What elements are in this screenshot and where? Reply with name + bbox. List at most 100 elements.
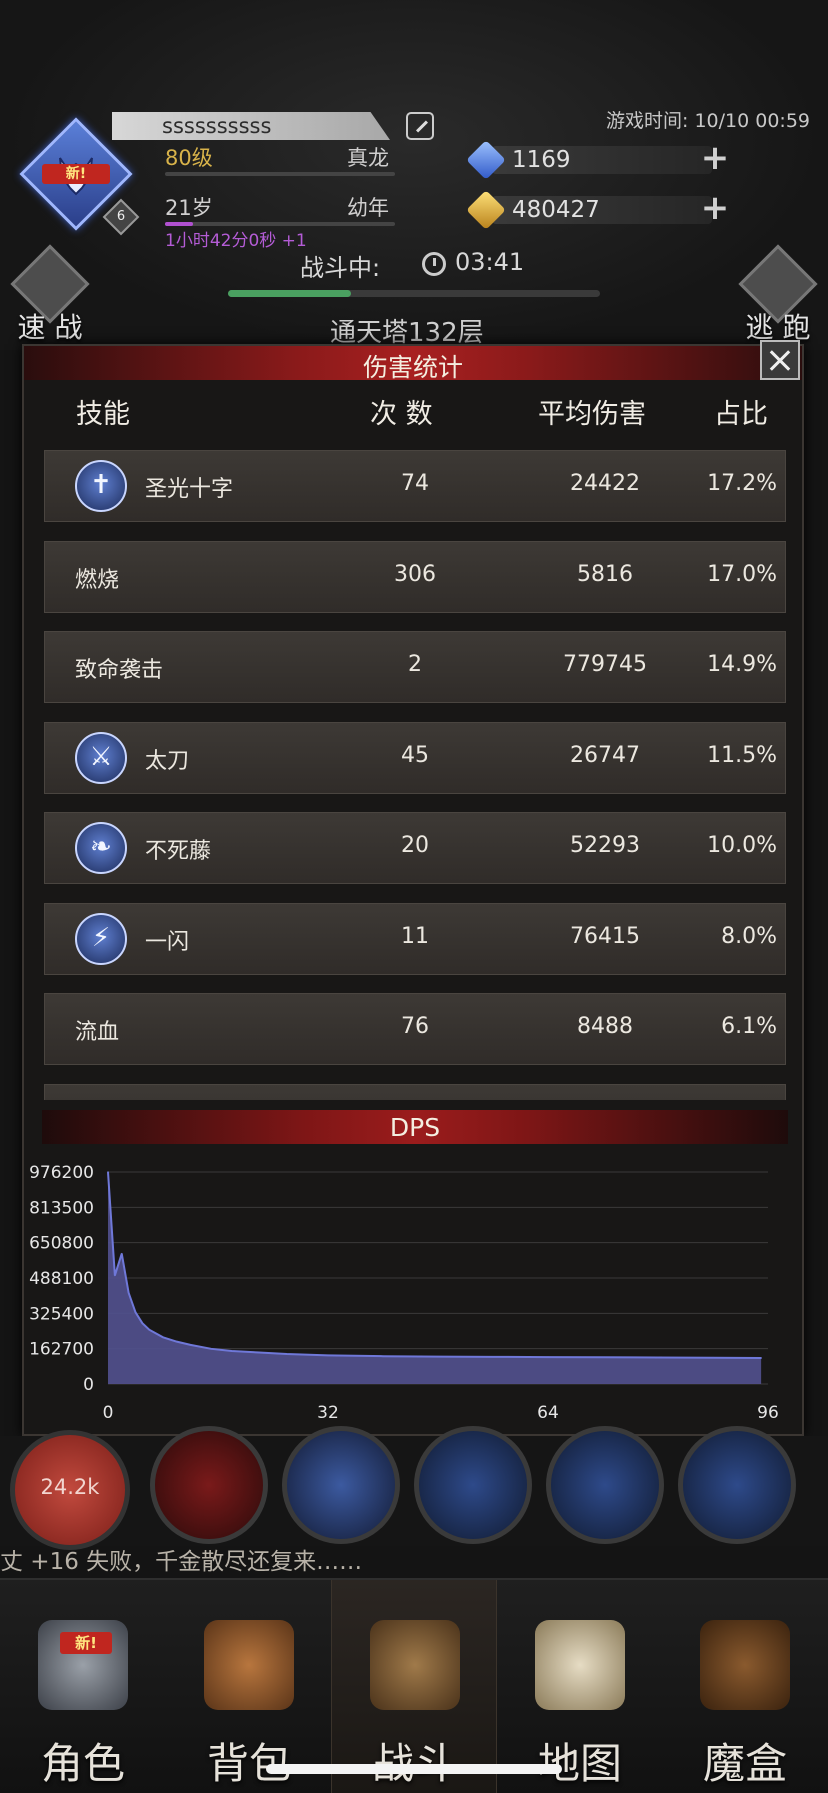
skill-row-partial [44, 1083, 786, 1100]
skill-slot-5[interactable] [678, 1426, 796, 1544]
dps-point [712, 1356, 714, 1359]
age-row: 21岁 幼年 [165, 192, 395, 226]
skill-avg-damage: 76415 [570, 923, 640, 949]
gem-counter: 1169 + [466, 140, 730, 180]
dps-point [602, 1356, 604, 1359]
dps-point [657, 1356, 659, 1359]
skill-count: 74 [401, 471, 429, 496]
backpack-icon [204, 1620, 294, 1710]
skill-name: 一闪 [145, 929, 190, 955]
y-tick-label: 650800 [29, 1234, 94, 1254]
hp-value: 24.2k [40, 1475, 100, 1499]
skill-row[interactable]: 致命袭击 2 779745 14.9% [44, 631, 786, 703]
skill-name: 燃烧 [75, 567, 120, 593]
edit-name-icon[interactable] [406, 112, 434, 140]
skill-bar: 24.2k [0, 1426, 828, 1550]
skill-row[interactable]: 流血 76 8488 6.1% [44, 993, 786, 1065]
dps-point [120, 1252, 123, 1255]
skill-name: 致命袭击 [75, 658, 164, 683]
skill-slot-4[interactable] [546, 1426, 664, 1544]
skill-count: 11 [401, 923, 429, 949]
hp-orb: 24.2k [10, 1430, 130, 1550]
y-tick-label: 488100 [29, 1269, 94, 1289]
skill-name: 流血 [75, 1020, 120, 1045]
x-tick-label: 32 [317, 1403, 339, 1423]
dps-title: DPS [389, 1113, 441, 1142]
skill-row[interactable]: ✝ 圣光十字 74 24422 17.2% [44, 450, 786, 522]
skill-avg-damage: 24422 [570, 471, 640, 496]
escape-button[interactable]: 逃 跑 [728, 244, 828, 344]
battle-status: 战斗中: [300, 254, 381, 282]
nav-backpack[interactable]: 背包 [166, 1580, 332, 1793]
skill-avg-damage: 26747 [570, 742, 640, 768]
new-badge: 新! [60, 1632, 112, 1654]
gold-amount: 480427 [512, 197, 600, 223]
dps-point [492, 1356, 494, 1358]
skill-slot-1[interactable] [150, 1426, 268, 1544]
magic-box-icon [700, 1620, 790, 1710]
player-level: 80级 [165, 146, 213, 170]
nav-map[interactable]: 地图 [497, 1580, 663, 1793]
quick-battle-button[interactable]: 速 战 [0, 244, 100, 344]
y-tick-label: 0 [83, 1375, 94, 1395]
dps-point [162, 1336, 164, 1339]
nav-character[interactable]: 新! 角色 [0, 1580, 166, 1793]
player-age: 21岁 [165, 196, 213, 220]
skill-count: 306 [394, 561, 436, 587]
x-tick-label: 96 [757, 1403, 779, 1423]
skill-name: 圣光十字 [145, 477, 234, 502]
skill-count: 76 [401, 1014, 429, 1039]
nav-battle[interactable]: 战斗 [331, 1580, 497, 1793]
home-indicator[interactable] [266, 1764, 562, 1774]
skill-row[interactable]: ⚡ 一闪 11 76415 8.0% [44, 902, 786, 975]
skill-row[interactable]: ⚔ 太刀 45 26747 11.5% [44, 721, 786, 794]
dps-point [127, 1291, 130, 1294]
column-percent: 占比 [714, 399, 768, 430]
avatar-level-badge: 6 [102, 198, 140, 236]
gem-amount: 1169 [512, 147, 571, 173]
add-gold-button[interactable]: + [700, 191, 730, 225]
dps-point [258, 1351, 261, 1354]
skill-slot-3[interactable] [414, 1426, 532, 1544]
skill-count: 20 [401, 833, 429, 858]
shield-sword-icon [370, 1620, 460, 1710]
skill-name: 太刀 [145, 748, 190, 774]
battle-progress-bar [228, 290, 600, 297]
skill-avg-damage: 52293 [570, 833, 640, 858]
column-avg-damage: 平均伤害 [538, 399, 646, 430]
x-tick-label: 0 [103, 1403, 114, 1423]
dps-header: DPS [42, 1110, 788, 1144]
panel-header: 伤害统计 [24, 346, 802, 382]
skill-row[interactable]: ❧ 不死藤 20 52293 10.0% [44, 812, 786, 884]
player-name: ssssssssss [162, 114, 272, 138]
dps-point [437, 1355, 439, 1358]
katana-icon: ⚔ [75, 731, 127, 784]
skill-list[interactable]: ✝ 圣光十字 74 24422 17.2% 燃烧 306 5816 17.0% 致命袭击 2 7797… [44, 450, 786, 1100]
skill-percent: 10.0% [707, 833, 777, 858]
dps-point [285, 1353, 288, 1355]
dps-chart: 976200 813500 650800 488100 325400 162700 00 32… [29, 1163, 779, 1423]
skill-row[interactable]: 燃烧 306 5816 17.0% [44, 540, 786, 613]
nav-magic-box[interactable]: 魔盒 [662, 1580, 828, 1793]
player-age-stage: 幼年 [347, 196, 389, 220]
dps-point [210, 1348, 212, 1350]
y-tick-label: 976200 [29, 1163, 94, 1183]
dps-point [114, 1274, 116, 1277]
skill-count: 2 [408, 652, 422, 677]
skill-percent: 17.2% [707, 471, 777, 496]
skill-percent: 6.1% [721, 1014, 777, 1039]
scroll-icon [535, 1620, 625, 1710]
add-gems-button[interactable]: + [700, 141, 730, 175]
close-button[interactable] [760, 340, 800, 380]
new-badge: 新! [42, 164, 110, 184]
skill-avg-damage: 5816 [577, 561, 633, 587]
skill-slot-2[interactable] [282, 1426, 400, 1544]
battle-timer: 03:41 [455, 248, 525, 276]
holy-cross-icon: ✝ [75, 460, 127, 512]
panel-title: 伤害统计 [362, 353, 463, 382]
damage-stats-panel: 伤害统计 技能 次 数 平均伤害 占比 ✝ 圣光十字 74 24422 17.2% 燃烧 3… [22, 340, 804, 1436]
player-rank: 真龙 [347, 146, 389, 170]
y-tick-label: 325400 [29, 1304, 94, 1324]
dps-point [107, 1171, 109, 1173]
dps-point [760, 1357, 762, 1359]
